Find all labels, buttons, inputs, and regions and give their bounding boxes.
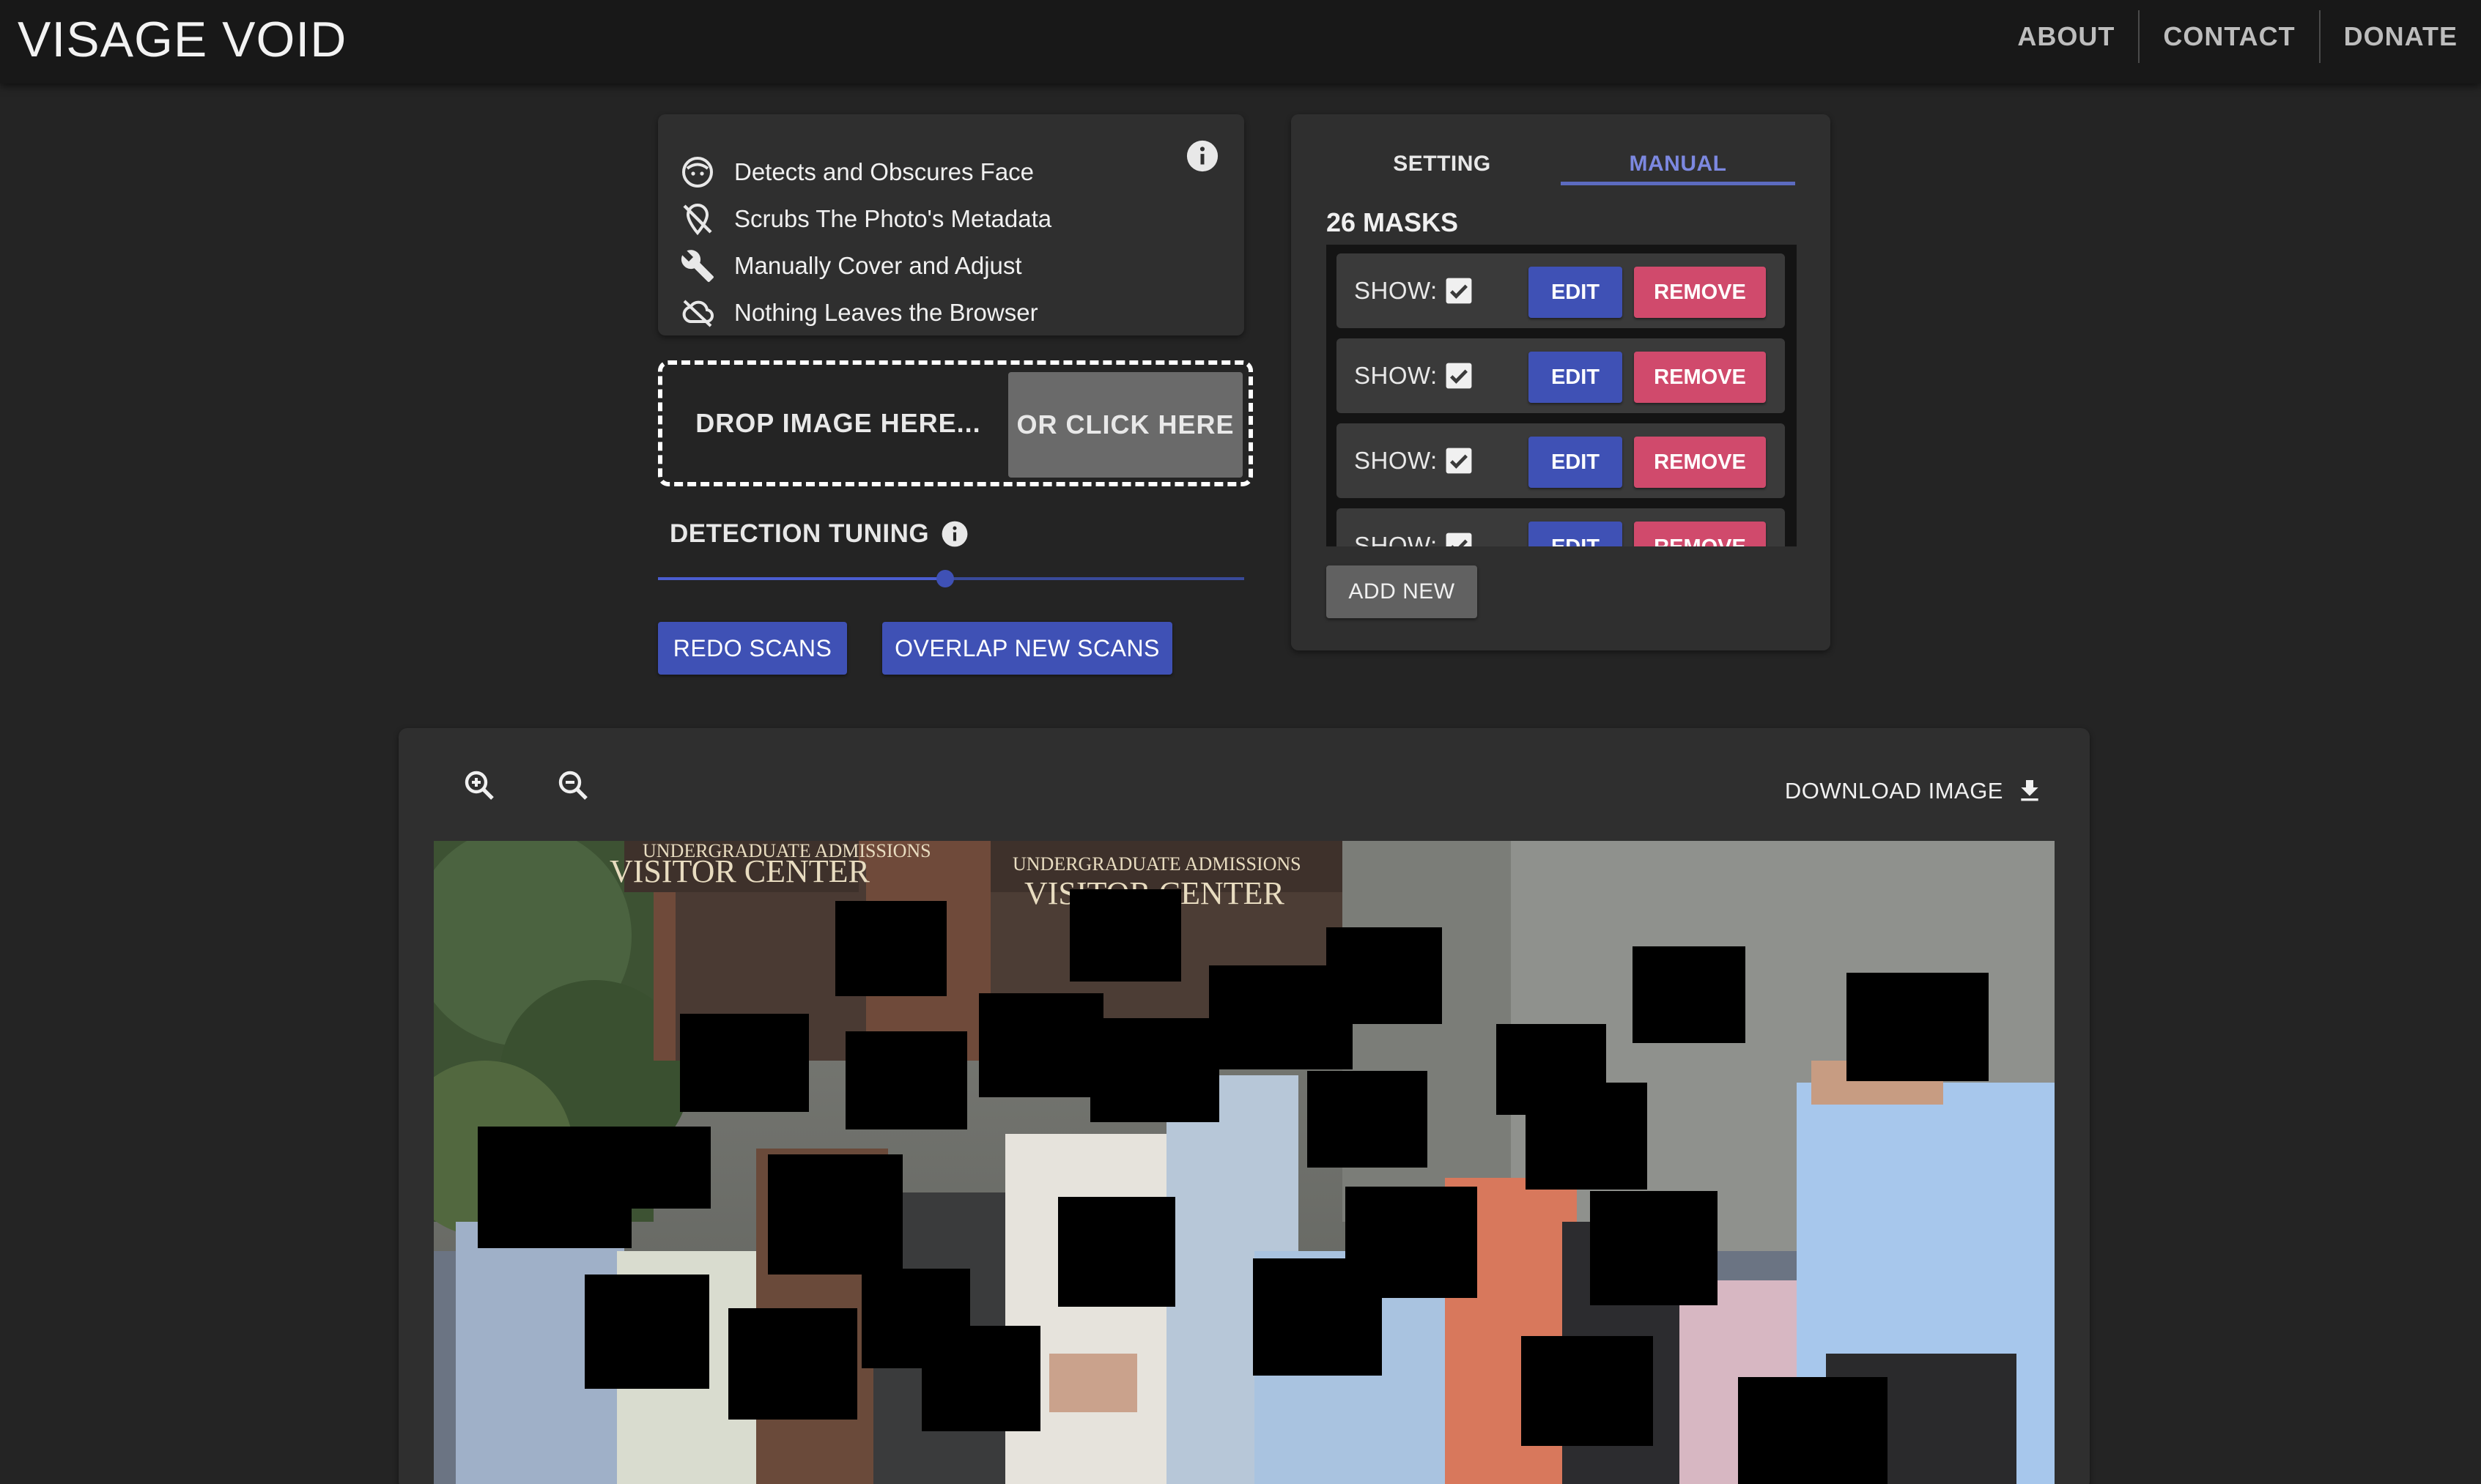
edit-mask-button[interactable]: EDIT (1528, 352, 1622, 403)
face-mask[interactable] (1846, 973, 1989, 1081)
image-viewer: DOWNLOAD IMAGE UNDERGRADUATE ADMISSIONS … (399, 728, 2090, 1484)
slider-fill (658, 577, 945, 580)
face-mask[interactable] (680, 1014, 809, 1112)
feature-item: Scrubs The Photo's Metadata (680, 201, 1051, 237)
face-mask[interactable] (979, 993, 1103, 1097)
show-checkbox[interactable] (1445, 532, 1473, 546)
redo-scans-button[interactable]: REDO SCANS (658, 622, 847, 675)
masked-photo[interactable]: UNDERGRADUATE ADMISSIONS UNDERGRADUATE A… (434, 841, 2055, 1484)
app-title[interactable]: VISAGE VOID (18, 10, 347, 69)
nav-donate[interactable]: DONATE (2321, 10, 2481, 63)
feature-text: Nothing Leaves the Browser (734, 299, 1038, 326)
face-mask[interactable] (1253, 1258, 1382, 1376)
edit-mask-button[interactable]: EDIT (1528, 267, 1622, 318)
mask-row: SHOW: EDIT REMOVE (1336, 423, 1785, 498)
masks-panel: SETTING MANUAL 26 MASKS SHOW: EDIT REMOV… (1291, 114, 1830, 650)
feature-item: Detects and Obscures Face (680, 154, 1034, 190)
zoom-out-icon[interactable] (555, 768, 591, 803)
face-mask[interactable] (728, 1308, 857, 1420)
feature-list-card: Detects and Obscures Face Scrubs The Pho… (658, 114, 1244, 335)
location-off-icon (683, 203, 712, 236)
feature-text: Scrubs The Photo's Metadata (734, 205, 1052, 232)
download-image-button[interactable]: DOWNLOAD IMAGE (1785, 772, 2044, 810)
tab-setting[interactable]: SETTING (1325, 129, 1559, 199)
edit-mask-button[interactable]: EDIT (1528, 522, 1622, 546)
download-icon (2021, 780, 2038, 801)
photo-sign-text: UNDERGRADUATE ADMISSIONS (1013, 853, 1301, 875)
face-mask[interactable] (1590, 1191, 1718, 1305)
cloud-off-icon (682, 300, 714, 327)
feature-item: Manually Cover and Adjust (680, 248, 1022, 284)
face-mask[interactable] (1070, 889, 1181, 982)
photo-sign-text: VISITOR CENTER (610, 853, 870, 889)
download-label: DOWNLOAD IMAGE (1784, 778, 2003, 804)
detection-tuning-label: DETECTION TUNING (670, 516, 969, 552)
drop-hint: DROP IMAGE HERE... (695, 408, 981, 438)
remove-mask-button[interactable]: REMOVE (1634, 267, 1766, 318)
face-mask[interactable] (615, 1127, 711, 1209)
image-dropzone[interactable]: DROP IMAGE HERE... OR CLICK HERE (658, 360, 1253, 486)
mask-count: 26 MASKS (1326, 207, 1459, 237)
feature-text: Manually Cover and Adjust (734, 252, 1022, 279)
face-mask[interactable] (1058, 1197, 1175, 1307)
feature-text: Detects and Obscures Face (734, 158, 1035, 185)
show-label: SHOW: (1354, 532, 1438, 546)
overlap-new-scans-button[interactable]: OVERLAP NEW SCANS (882, 622, 1172, 675)
show-label: SHOW: (1354, 447, 1438, 474)
show-checkbox[interactable] (1445, 447, 1473, 475)
face-mask[interactable] (922, 1326, 1040, 1431)
remove-mask-button[interactable]: REMOVE (1634, 352, 1766, 403)
add-new-mask-button[interactable]: ADD NEW (1326, 565, 1477, 618)
face-mask[interactable] (1209, 965, 1353, 1069)
face-mask[interactable] (1633, 946, 1745, 1043)
mask-row: SHOW: EDIT REMOVE (1336, 253, 1785, 328)
zoom-in-icon[interactable] (462, 768, 497, 803)
detection-tuning-text: DETECTION TUNING (670, 519, 930, 548)
mask-list[interactable]: SHOW: EDIT REMOVE SHOW: EDIT REMOVE SHOW… (1326, 245, 1797, 546)
show-checkbox[interactable] (1445, 277, 1473, 305)
mask-row: SHOW: EDIT REMOVE (1336, 508, 1785, 546)
edit-mask-button[interactable]: EDIT (1528, 437, 1622, 488)
nav-contact[interactable]: CONTACT (2140, 10, 2318, 63)
show-checkbox[interactable] (1445, 362, 1473, 390)
slider-thumb[interactable] (936, 570, 954, 587)
detection-tuning-slider[interactable] (658, 570, 1244, 587)
face-icon (682, 157, 713, 188)
app-bar: VISAGE VOID ABOUT CONTACT DONATE (0, 0, 2481, 84)
face-mask[interactable] (478, 1127, 632, 1248)
feature-item: Nothing Leaves the Browser (680, 294, 1038, 331)
wrench-icon (681, 250, 714, 282)
click-to-upload-button[interactable]: OR CLICK HERE (1008, 372, 1243, 478)
top-nav: ABOUT CONTACT DONATE (1994, 0, 2481, 73)
mask-row: SHOW: EDIT REMOVE (1336, 338, 1785, 413)
face-mask[interactable] (1738, 1377, 1887, 1484)
show-label: SHOW: (1354, 277, 1438, 304)
info-icon[interactable] (941, 520, 969, 548)
face-mask[interactable] (846, 1031, 967, 1129)
face-mask[interactable] (585, 1275, 709, 1389)
active-tab-indicator (1561, 182, 1795, 185)
remove-mask-button[interactable]: REMOVE (1634, 522, 1766, 546)
face-mask[interactable] (1307, 1071, 1427, 1168)
tab-manual[interactable]: MANUAL (1561, 129, 1795, 199)
face-mask[interactable] (835, 901, 947, 996)
face-mask[interactable] (1526, 1083, 1647, 1190)
face-mask[interactable] (1090, 1018, 1219, 1122)
nav-about[interactable]: ABOUT (1994, 10, 2138, 63)
show-label: SHOW: (1354, 362, 1438, 389)
face-mask[interactable] (768, 1154, 903, 1275)
remove-mask-button[interactable]: REMOVE (1634, 437, 1766, 488)
info-icon[interactable] (1186, 139, 1219, 173)
face-mask[interactable] (1521, 1336, 1653, 1446)
